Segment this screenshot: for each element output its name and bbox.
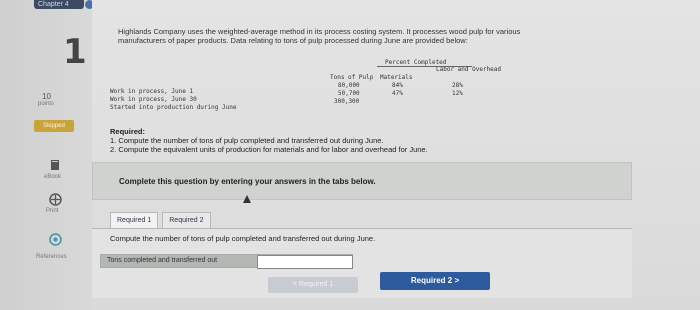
row-tons: 300,300 bbox=[334, 98, 360, 105]
required-section: Required: 1. Compute the number of tons … bbox=[110, 127, 550, 154]
ebook-icon[interactable] bbox=[48, 158, 62, 172]
chapter-tab-label: Chapter 4 bbox=[38, 1, 69, 8]
row-materials: 84% bbox=[392, 82, 403, 89]
tons-completed-input[interactable] bbox=[257, 255, 353, 269]
required-title: Required: bbox=[110, 127, 146, 136]
row-label: Started into production during June bbox=[110, 104, 237, 111]
row-label: Work in process, June 1 bbox=[110, 88, 194, 95]
print-label[interactable]: Print bbox=[46, 208, 58, 214]
percent-completed-header: Percent Completed bbox=[385, 59, 447, 66]
next-required-button[interactable]: Required 2 > bbox=[380, 272, 490, 290]
row-labor: 12% bbox=[452, 90, 463, 97]
row-tons: 50,700 bbox=[338, 90, 360, 97]
ebook-label[interactable]: eBook bbox=[44, 174, 61, 180]
chapter-tab[interactable]: Chapter 4 bbox=[34, 0, 94, 9]
instructions-text: Complete this question by entering your … bbox=[119, 177, 376, 186]
references-label[interactable]: References bbox=[36, 254, 67, 260]
references-icon[interactable] bbox=[48, 232, 62, 246]
required-item-2: 2. Compute the equivalent units of produ… bbox=[110, 145, 428, 154]
mouse-cursor-icon bbox=[243, 195, 251, 203]
row-labor: 28% bbox=[452, 82, 463, 89]
row-tons: 80,000 bbox=[338, 82, 360, 89]
tab-required-2[interactable]: Required 2 bbox=[162, 212, 211, 228]
row-label: Work in process, June 30 bbox=[110, 96, 197, 103]
print-icon[interactable] bbox=[48, 192, 62, 206]
labor-overhead-header: Labor and Overhead bbox=[436, 66, 502, 73]
prev-required-button[interactable]: < Required 1 bbox=[268, 277, 358, 293]
question-number: 1 bbox=[63, 32, 87, 72]
instructions-bar: Complete this question by entering your … bbox=[92, 162, 632, 200]
points-value: 10 bbox=[42, 92, 51, 101]
materials-header: Materials bbox=[380, 74, 413, 81]
tons-header: Tons of Pulp bbox=[330, 74, 374, 81]
required-item-1: 1. Compute the number of tons of pulp co… bbox=[110, 136, 384, 145]
required-tabs: Required 1 Required 2 bbox=[110, 212, 211, 228]
task-prompt: Compute the number of tons of pulp compl… bbox=[110, 234, 376, 243]
points-label: points bbox=[38, 101, 55, 107]
left-rail: Chapter 4 1 10 points Skipped eBook Prin… bbox=[0, 0, 94, 310]
tab-required-1[interactable]: Required 1 bbox=[110, 212, 159, 228]
problem-intro: Highlands Company uses the weighted-aver… bbox=[118, 27, 521, 45]
row-materials: 47% bbox=[392, 90, 403, 97]
status-badge: Skipped bbox=[34, 120, 74, 132]
answer-row-label: Tons completed and transferred out bbox=[107, 257, 218, 264]
